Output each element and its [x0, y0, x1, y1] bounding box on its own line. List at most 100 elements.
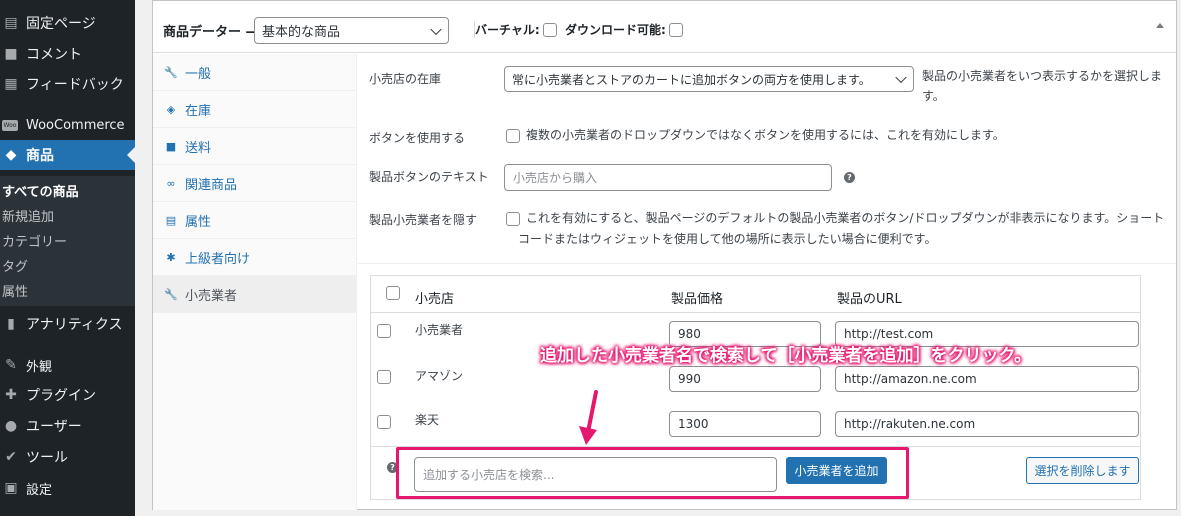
remove-selected-button[interactable]: 選択を削除します: [1026, 457, 1139, 484]
product-data-tabs: 🔧 一般 ◈ 在庫 ■ 送料 ∞ 関連商品 ▤ 属性 ✱ 上級者向け 🔧 小売業者: [153, 54, 357, 510]
user-icon: ●: [4, 418, 18, 434]
stock-description-cont: す。: [922, 89, 945, 103]
menu-label: 固定ページ: [26, 16, 96, 32]
section-divider: [358, 263, 1176, 264]
analytics-icon: ▮: [7, 316, 15, 332]
url-input[interactable]: http://rakuten.ne.com: [835, 411, 1139, 437]
menu-label: 外観: [26, 359, 53, 375]
virtual-checkbox[interactable]: [542, 22, 557, 37]
url-value: http://test.com: [844, 327, 934, 341]
product-icon: ◆: [5, 147, 17, 163]
row-checkbox[interactable]: [377, 415, 391, 429]
hide-retailers-description: これを有効にすると、製品ページのデフォルトの製品小売業者のボタン/ドロップダウン…: [526, 211, 1165, 225]
menu-label: フィードバック: [26, 77, 124, 93]
use-buttons-checkbox[interactable]: [506, 129, 520, 143]
tab-shipping[interactable]: ■ 送料: [153, 128, 357, 165]
menu-appearance[interactable]: ✎ 外観: [0, 350, 135, 380]
downloadable-option: ダウンロード可能:: [565, 21, 683, 38]
menu-settings[interactable]: ▣ 設定: [0, 473, 135, 503]
feedback-icon: ▦: [4, 76, 18, 92]
tab-general[interactable]: 🔧 一般: [153, 54, 357, 91]
admin-sidebar: ▤ 固定ページ ■ コメント ▦ フィードバック Woo WooCommerce ◆ 商品…: [0, 0, 135, 516]
price-value: 1300: [678, 417, 709, 431]
tab-label: 小売業者: [185, 288, 238, 304]
collapse-toggle-icon[interactable]: [1156, 23, 1164, 28]
menu-label: プラグイン: [26, 388, 96, 404]
tab-label: 一般: [185, 66, 212, 82]
menu-tools[interactable]: ✔ ツール: [0, 442, 135, 472]
hide-retailers-checkbox[interactable]: [506, 212, 520, 226]
downloadable-label: ダウンロード可能:: [565, 23, 666, 37]
select-all-checkbox[interactable]: [386, 286, 400, 300]
appearance-icon: ✎: [5, 357, 17, 373]
wrench-icon: 🔧: [164, 65, 178, 79]
settings-icon: ▣: [4, 480, 18, 496]
menu-products[interactable]: ◆ 商品: [0, 140, 135, 170]
menu-label: WooCommerce: [26, 117, 125, 133]
menu-label: ユーザー: [26, 419, 82, 435]
chevron-down-icon: [430, 23, 442, 35]
url-value: http://amazon.ne.com: [844, 372, 977, 386]
tab-inventory[interactable]: ◈ 在庫: [153, 91, 357, 128]
header-retailer: 小売店: [415, 292, 455, 307]
button-text-placeholder: 小売店から購入: [513, 171, 598, 185]
tab-advanced[interactable]: ✱ 上級者向け: [153, 239, 357, 276]
tab-label: 送料: [185, 140, 212, 156]
help-icon[interactable]: ?: [844, 172, 855, 183]
row-checkbox[interactable]: [377, 324, 391, 338]
truck-icon: ■: [165, 139, 177, 153]
retailers-panel: 小売店の在庫 常に小売業者とストアのカートに追加ボタンの両方を使用します。 製品…: [358, 54, 1176, 510]
metabox-title: 商品データー —: [163, 25, 259, 40]
gear-icon: ✱: [166, 250, 176, 264]
menu-feedback[interactable]: ▦ フィードバック: [0, 69, 135, 99]
menu-woocommerce[interactable]: Woo WooCommerce: [0, 110, 135, 140]
chevron-down-icon: [895, 71, 907, 84]
tool-icon: ✔: [5, 449, 17, 465]
menu-analytics[interactable]: ▮ アナリティクス: [0, 309, 135, 339]
menu-label: コメント: [26, 47, 82, 63]
tab-label: 関連商品: [185, 177, 238, 193]
header-url: 製品のURL: [837, 292, 902, 307]
use-buttons-label: ボタンを使用する: [369, 131, 466, 145]
list-icon: ▤: [165, 213, 177, 227]
woo-icon: Woo: [2, 119, 18, 131]
menu-pages[interactable]: ▤ 固定ページ: [0, 8, 135, 38]
downloadable-checkbox[interactable]: [668, 22, 683, 37]
stock-label: 小売店の在庫: [369, 72, 442, 86]
product-data-metabox: 商品データー — 基本的な商品 バーチャル: ダウンロード可能: 🔧 一般 ◈ 在庫…: [152, 0, 1177, 510]
virtual-option: バーチャル:: [475, 21, 557, 38]
price-value: 980: [678, 327, 701, 341]
use-buttons-description: 複数の小売業者のドロップダウンではなくボタンを使用するには、これを有効にします。: [526, 128, 1005, 142]
tab-attributes[interactable]: ▤ 属性: [153, 202, 357, 239]
tag-icon: ◈: [166, 102, 176, 116]
tab-retailers[interactable]: 🔧 小売業者: [153, 276, 357, 313]
button-text-label: 製品ボタンのテキスト: [369, 170, 489, 184]
menu-users[interactable]: ● ユーザー: [0, 411, 135, 441]
submenu-tags[interactable]: タグ: [2, 256, 28, 275]
row-checkbox[interactable]: [377, 370, 391, 384]
wrench-icon: 🔧: [164, 287, 178, 301]
menu-plugins[interactable]: ✚ プラグイン: [0, 380, 135, 410]
stock-select-value: 常に小売業者とストアのカートに追加ボタンの両方を使用します。: [512, 72, 871, 87]
header-divider: [371, 312, 1140, 313]
url-input[interactable]: http://amazon.ne.com: [835, 366, 1139, 392]
tab-label: 属性: [185, 214, 212, 230]
submenu-attributes[interactable]: 属性: [2, 281, 28, 300]
product-type-select[interactable]: 基本的な商品: [254, 17, 449, 44]
tab-linked-products[interactable]: ∞ 関連商品: [153, 165, 357, 202]
virtual-label: バーチャル:: [475, 23, 540, 37]
submenu-add-new[interactable]: 新規追加: [2, 206, 54, 225]
price-input[interactable]: 1300: [669, 411, 821, 437]
tab-label: 上級者向け: [185, 251, 251, 267]
menu-label: アナリティクス: [26, 317, 123, 333]
retailer-stock-select[interactable]: 常に小売業者とストアのカートに追加ボタンの両方を使用します。: [504, 66, 914, 92]
button-text-input[interactable]: 小売店から購入: [504, 164, 832, 191]
annotation-text: 追加した小売業者名で検索して［小売業者を追加］をクリック。: [540, 346, 1032, 366]
retailer-name: 楽天: [415, 413, 440, 427]
price-input[interactable]: 990: [669, 366, 821, 392]
submenu-categories[interactable]: カテゴリー: [2, 231, 67, 250]
menu-label: 商品: [26, 148, 54, 164]
metabox-header: 商品データー — 基本的な商品 バーチャル: ダウンロード可能:: [153, 1, 1176, 53]
menu-comments[interactable]: ■ コメント: [0, 39, 135, 69]
submenu-all-products[interactable]: すべての商品: [2, 181, 79, 200]
